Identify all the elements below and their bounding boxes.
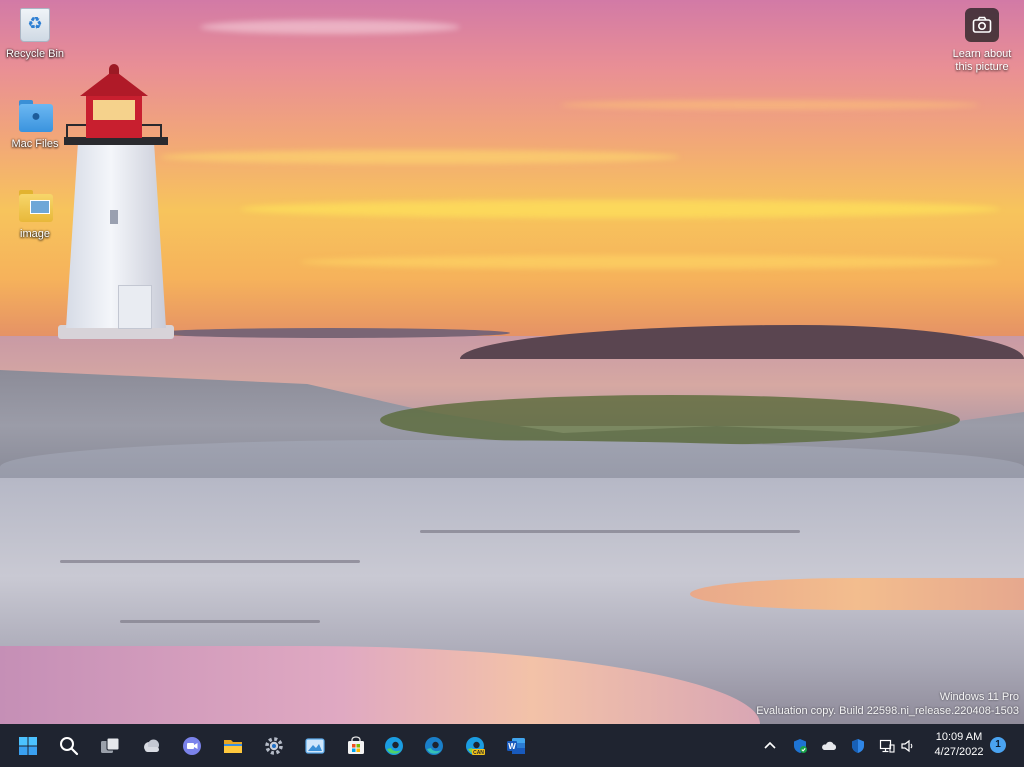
photos-icon [305,738,325,754]
tray-onedrive[interactable] [819,736,839,756]
widgets-button[interactable] [135,730,167,762]
tray-volume[interactable] [898,736,918,756]
rock-crack [60,560,360,563]
edge-canary-icon: CAN [466,737,485,756]
store-icon [348,736,364,754]
rock-crack [120,620,320,623]
canary-badge: CAN [473,750,484,756]
settings-gear-icon [265,737,283,755]
desktop-icon-recycle-bin[interactable]: Recycle Bin [0,8,70,61]
lighthouse-lamp [93,100,135,120]
defender-icon [794,739,807,753]
lighthouse-window [110,210,118,224]
word-icon: W [507,738,525,754]
edge-beta-icon [425,737,443,755]
evaluation-watermark: Windows 11 Pro Evaluation copy. Build 22… [756,690,1019,718]
tide-pool [690,578,1024,610]
cloud-streak [240,200,1000,218]
widgets-weather-icon [144,739,159,752]
word-button[interactable]: W [500,730,532,762]
file-explorer-button[interactable] [217,730,249,762]
rock-crack [420,530,800,533]
taskbar-clock[interactable]: 10:09 AM 4/27/2022 [926,730,992,760]
tray-defender[interactable] [790,736,810,756]
teams-chat-icon [183,737,201,755]
lighthouse-vent [109,64,119,74]
cloud-streak [160,150,680,164]
task-view-button[interactable] [94,730,126,762]
edge-button[interactable] [378,730,410,762]
desktop-icon-mac-files[interactable]: ● Mac Files [0,98,70,151]
taskbar: CAN W 10:09 AM 4/27/2022 1 [0,724,1024,767]
tray-network[interactable] [877,736,897,756]
learn-about-picture[interactable]: Learn about this picture [946,8,1018,74]
task-view-icon [101,737,120,753]
store-button[interactable] [340,730,372,762]
chat-button[interactable] [176,730,208,762]
learn-label-line2: this picture [955,61,1009,73]
lighthouse-door [118,285,152,329]
network-icon [879,739,895,753]
edge-beta-button[interactable] [418,730,450,762]
windows-start-icon [19,737,37,755]
watermark-edition: Windows 11 Pro [939,691,1019,703]
word-letter: W [508,742,516,751]
onedrive-icon [822,741,837,750]
edge-canary-button[interactable]: CAN [459,730,491,762]
settings-button[interactable] [258,730,290,762]
file-explorer-icon [224,740,242,753]
security-shield-icon [852,739,864,753]
coastal-grass [380,395,960,445]
recycle-bin-icon [17,8,53,44]
chevron-up-icon [764,741,776,749]
watermark-build: Evaluation copy. Build 22598.ni_release.… [756,705,1019,717]
distant-shore [150,328,510,338]
camera-icon [965,8,999,42]
folder-image-icon [17,188,53,224]
photos-button[interactable] [299,730,331,762]
desktop-icon-label: Mac Files [11,138,59,150]
volume-icon [901,739,913,753]
edge-icon [385,737,403,755]
cloud-streak [560,100,980,110]
start-button[interactable] [12,730,44,762]
show-hidden-icons-button[interactable] [760,736,780,756]
clock-date: 4/27/2022 [934,746,984,758]
learn-label-line1: Learn about [952,48,1012,60]
desktop-wallpaper [0,0,1024,724]
cloud-streak [200,20,460,34]
tray-security[interactable] [848,736,868,756]
desktop-icon-image[interactable]: image [0,188,70,241]
clock-time: 10:09 AM [935,731,983,743]
desktop-icon-label: Recycle Bin [5,48,65,60]
cloud-streak [300,255,1000,269]
notification-badge[interactable]: 1 [990,737,1006,753]
folder-icon: ● [17,98,53,134]
desktop-icon-label: image [20,228,50,240]
search-button[interactable] [53,730,85,762]
search-icon [60,737,79,756]
lighthouse-gallery [64,137,168,145]
